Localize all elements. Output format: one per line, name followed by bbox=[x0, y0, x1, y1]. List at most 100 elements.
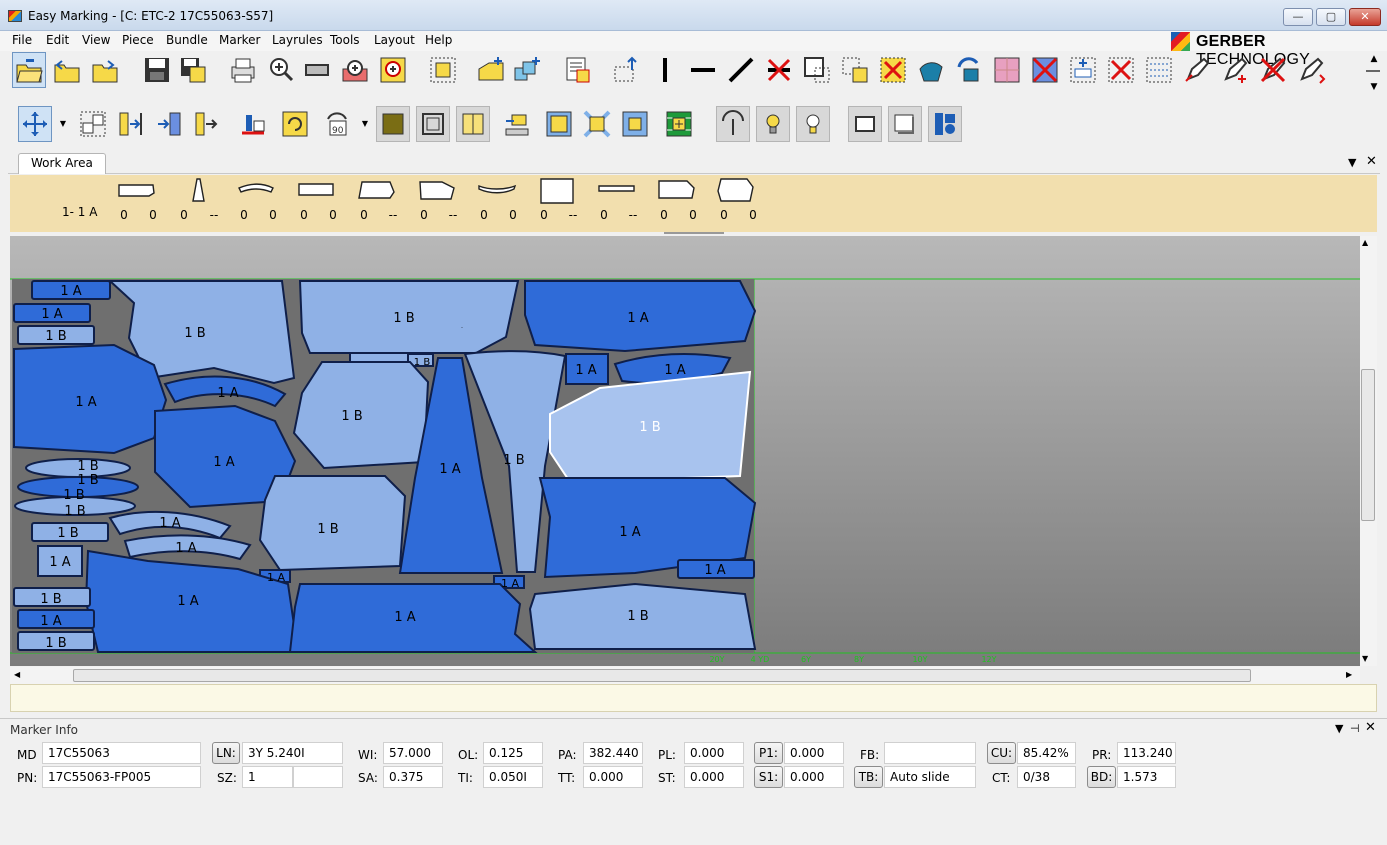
ct-field[interactable]: 0/38 bbox=[1017, 766, 1076, 788]
buffer-all-button[interactable] bbox=[838, 52, 872, 88]
sz-field[interactable]: 1 bbox=[242, 766, 293, 788]
scroll-right-icon[interactable]: ▶ bbox=[1346, 670, 1352, 679]
plaid-match-button[interactable] bbox=[662, 106, 696, 142]
ol-field[interactable]: 0.125 bbox=[483, 742, 543, 764]
fold-all-button[interactable] bbox=[618, 106, 652, 142]
annotate-button[interactable] bbox=[1180, 52, 1214, 88]
open-marker-button[interactable] bbox=[12, 52, 46, 88]
scroll-up-icon[interactable]: ▲ bbox=[1362, 238, 1368, 247]
tab-close-icon[interactable]: ✕ bbox=[1366, 154, 1377, 169]
vertical-scrollbar[interactable]: ▲ ▼ bbox=[1360, 236, 1377, 666]
annotate-delete-button[interactable] bbox=[1256, 52, 1290, 88]
menu-marker[interactable]: Marker bbox=[219, 33, 260, 47]
toolbar-scroll-down-icon[interactable]: ▼ bbox=[1367, 82, 1381, 96]
save-button[interactable] bbox=[140, 52, 174, 88]
menu-layrules[interactable]: Layrules bbox=[272, 33, 323, 47]
s1-field[interactable]: 0.000 bbox=[784, 766, 844, 788]
marker-work-area[interactable]: 1 A 1 A 1 B 1 B 1 B 1 A 1 A 1 A 1 B 1 B … bbox=[10, 236, 1360, 666]
tt-field[interactable]: 0.000 bbox=[583, 766, 643, 788]
panel-close-icon[interactable]: ✕ bbox=[1365, 720, 1376, 735]
flip-piece-button[interactable] bbox=[914, 52, 948, 88]
vertical-line-button[interactable] bbox=[648, 52, 682, 88]
marker-canvas[interactable]: 1 A 1 A 1 B 1 B 1 B 1 A 1 A 1 A 1 B 1 B … bbox=[10, 236, 1360, 666]
save-as-button[interactable] bbox=[176, 52, 210, 88]
swap-pieces-button[interactable] bbox=[76, 106, 110, 142]
bd-field[interactable]: 1.573 bbox=[1117, 766, 1176, 788]
delete-line-button[interactable] bbox=[762, 52, 796, 88]
bundle-strip-divider[interactable] bbox=[664, 232, 724, 234]
panel-pin-icon[interactable]: ⊣ bbox=[1350, 722, 1360, 735]
open-previous-button[interactable] bbox=[50, 52, 84, 88]
add-piece-button[interactable] bbox=[474, 52, 508, 88]
ti-field[interactable]: 0.050I bbox=[483, 766, 543, 788]
zoom-full-button[interactable] bbox=[300, 52, 334, 88]
piece-fill-button[interactable] bbox=[376, 106, 410, 142]
menu-file[interactable]: File bbox=[12, 33, 32, 47]
zoom-in-button[interactable] bbox=[264, 52, 298, 88]
md-field[interactable]: 17C55063 bbox=[42, 742, 201, 764]
add-block-button[interactable] bbox=[1066, 52, 1100, 88]
slide-right-group-button[interactable] bbox=[152, 106, 186, 142]
zoom-marker-button[interactable] bbox=[376, 52, 410, 88]
st-field[interactable]: 0.000 bbox=[684, 766, 744, 788]
sa-field[interactable]: 0.375 bbox=[383, 766, 443, 788]
print-button[interactable] bbox=[226, 52, 260, 88]
menu-edit[interactable]: Edit bbox=[46, 33, 69, 47]
view-shadow-button[interactable] bbox=[888, 106, 922, 142]
panel-dropdown-icon[interactable]: ▼ bbox=[1335, 722, 1343, 735]
ln-button[interactable]: LN: bbox=[212, 742, 240, 764]
delete-fabric-button[interactable] bbox=[1028, 52, 1062, 88]
slide-right-button[interactable] bbox=[114, 106, 148, 142]
menu-tools[interactable]: Tools bbox=[330, 33, 360, 47]
menu-layout[interactable]: Layout bbox=[374, 33, 415, 47]
horizontal-scroll-thumb[interactable] bbox=[73, 669, 1251, 682]
diagonal-line-button[interactable] bbox=[724, 52, 758, 88]
block-settings-button[interactable] bbox=[1142, 52, 1176, 88]
zoom-area-button[interactable] bbox=[338, 52, 372, 88]
p1-button[interactable]: P1: bbox=[754, 742, 783, 764]
rotate-angle-button[interactable]: 90 bbox=[320, 106, 354, 142]
ln-field[interactable]: 3Y 5.240I bbox=[242, 742, 343, 764]
piece-shade-button[interactable] bbox=[456, 106, 490, 142]
delete-block-button[interactable] bbox=[1104, 52, 1138, 88]
open-next-button[interactable] bbox=[88, 52, 122, 88]
pr-field[interactable]: 113.240 bbox=[1117, 742, 1176, 764]
grade-button[interactable] bbox=[500, 106, 534, 142]
sz-extra-field[interactable] bbox=[293, 766, 343, 788]
move-piece-up-button[interactable] bbox=[610, 52, 644, 88]
light-off-button[interactable] bbox=[796, 106, 830, 142]
select-pieces-button[interactable] bbox=[426, 52, 460, 88]
piece-info-button[interactable] bbox=[560, 52, 594, 88]
menu-piece[interactable]: Piece bbox=[122, 33, 154, 47]
tab-dropdown-icon[interactable]: ▼ bbox=[1348, 156, 1356, 169]
menu-bundle[interactable]: Bundle bbox=[166, 33, 208, 47]
move-tool-button[interactable] bbox=[18, 106, 52, 142]
toolbar-scroll-thumb[interactable] bbox=[1366, 70, 1380, 72]
minimize-button[interactable]: — bbox=[1283, 8, 1313, 26]
scroll-left-icon[interactable]: ◀ bbox=[14, 670, 20, 679]
s1-button[interactable]: S1: bbox=[754, 766, 783, 788]
fabric-button[interactable] bbox=[990, 52, 1024, 88]
pa-field[interactable]: 382.440 bbox=[583, 742, 643, 764]
cu-field[interactable]: 85.42% bbox=[1017, 742, 1076, 764]
view-outline-button[interactable] bbox=[848, 106, 882, 142]
maximize-button[interactable]: ▢ bbox=[1316, 8, 1346, 26]
buffer-piece-button[interactable] bbox=[800, 52, 834, 88]
rotate-dropdown-icon[interactable]: ▼ bbox=[360, 106, 370, 142]
tb-button[interactable]: TB: bbox=[854, 766, 883, 788]
tab-work-area[interactable]: Work Area bbox=[18, 153, 106, 174]
fb-field[interactable] bbox=[884, 742, 976, 764]
bd-button[interactable]: BD: bbox=[1087, 766, 1116, 788]
pn-field[interactable]: 17C55063-FP005 bbox=[42, 766, 201, 788]
p1-field[interactable]: 0.000 bbox=[784, 742, 844, 764]
tb-field[interactable]: Auto slide bbox=[884, 766, 976, 788]
vertical-scroll-thumb[interactable] bbox=[1361, 369, 1375, 521]
toolbar-scroll-up-icon[interactable]: ▲ bbox=[1367, 54, 1381, 68]
light-on-button[interactable] bbox=[756, 106, 790, 142]
pl-field[interactable]: 0.000 bbox=[684, 742, 744, 764]
horizontal-line-button[interactable] bbox=[686, 52, 720, 88]
wi-field[interactable]: 57.000 bbox=[383, 742, 443, 764]
annotate-add-button[interactable] bbox=[1218, 52, 1252, 88]
tilt-button[interactable] bbox=[716, 106, 750, 142]
cu-button[interactable]: CU: bbox=[987, 742, 1016, 764]
